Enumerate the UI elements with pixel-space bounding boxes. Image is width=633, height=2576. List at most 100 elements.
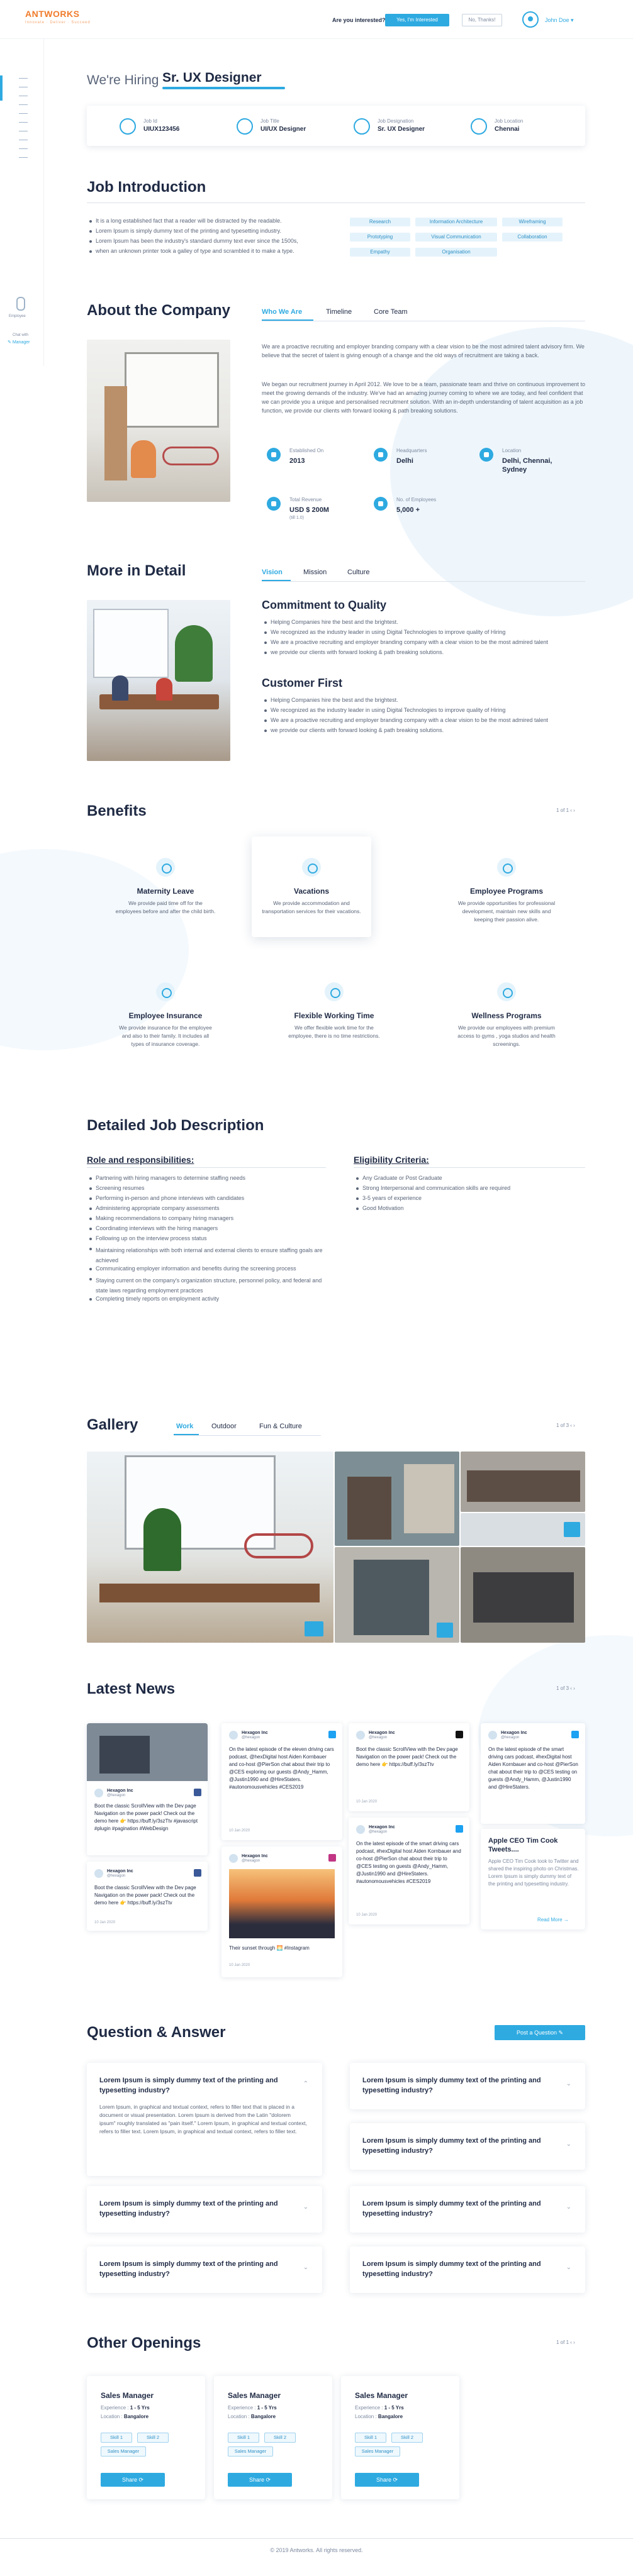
- skill-chip: Skill 1: [228, 2433, 259, 2443]
- qa-card[interactable]: Lorem Ipsum is simply dummy text of the …: [350, 2123, 585, 2170]
- gallery-pager[interactable]: 1 of 3 ‹ ›: [556, 1423, 575, 1428]
- qa-card[interactable]: Lorem Ipsum is simply dummy text of the …: [87, 2186, 322, 2233]
- qa-card[interactable]: Lorem Ipsum is simply dummy text of the …: [350, 2063, 585, 2109]
- sidebar-item[interactable]: [19, 148, 28, 149]
- news-card[interactable]: Hexagon Inc @hexagon On the latest episo…: [481, 1723, 585, 1824]
- expand-icon[interactable]: [437, 1623, 453, 1638]
- location-value: Bangalore: [378, 2414, 403, 2419]
- tab-fun-culture[interactable]: Fun & Culture: [259, 1423, 302, 1430]
- news-text: Boot the classic ScrollView with the Dev…: [94, 1803, 198, 1831]
- benefit-title: Maternity Leave: [137, 887, 194, 896]
- chevron-left-icon[interactable]: ‹: [570, 808, 572, 813]
- skill-chip: Collaboration: [502, 233, 563, 242]
- qa-card[interactable]: Lorem Ipsum is simply dummy text of the …: [350, 2246, 585, 2293]
- chevron-down-icon[interactable]: ⌄: [566, 2204, 571, 2211]
- gallery-photo[interactable]: [461, 1452, 585, 1512]
- pager-text: 1 of 1: [556, 808, 569, 813]
- tab-core-team[interactable]: Core Team: [374, 308, 408, 316]
- share-button[interactable]: Share ⟳: [355, 2473, 419, 2487]
- sidebar-item[interactable]: [19, 78, 28, 79]
- tab-outdoor[interactable]: Outdoor: [211, 1423, 237, 1430]
- sidebar-item[interactable]: [19, 122, 28, 123]
- qa-card[interactable]: Lorem Ipsum is simply dummy text of the …: [87, 2246, 322, 2293]
- sidebar-item[interactable]: [19, 157, 28, 158]
- read-more-link[interactable]: Read More →: [537, 1917, 569, 1923]
- eligibility-bullet: Any Graduate or Post Graduate: [356, 1175, 442, 1181]
- job-info-value: UIUX123456: [143, 126, 180, 133]
- tab-mission[interactable]: Mission: [303, 569, 327, 576]
- avatar[interactable]: [522, 11, 539, 28]
- benefits-pager[interactable]: 1 of 1 ‹ ›: [556, 808, 575, 813]
- photo-person: [112, 675, 128, 701]
- not-interested-button[interactable]: No, Thanks!: [462, 14, 502, 26]
- tab-work[interactable]: Work: [176, 1423, 193, 1430]
- benefit-card[interactable]: Flexible Working Time We offer flexible …: [274, 961, 394, 1062]
- news-card[interactable]: Apple CEO Tim Cook Tweets.... Apple CEO …: [481, 1829, 585, 1929]
- gallery-photo[interactable]: [335, 1547, 459, 1643]
- news-card[interactable]: Hexagon Inc @hexagon On the latest episo…: [221, 1723, 342, 1840]
- sidebar-item[interactable]: [19, 113, 28, 114]
- qa-card[interactable]: Lorem Ipsum is simply dummy text of the …: [350, 2186, 585, 2233]
- chat-manager-link[interactable]: ✎ Manager: [8, 340, 30, 345]
- opening-card[interactable]: Sales Manager Experience : 1 - 5 Yrs Loc…: [87, 2376, 205, 2499]
- chevron-left-icon[interactable]: ‹: [570, 2340, 572, 2345]
- chevron-down-icon[interactable]: ⌄: [566, 2264, 571, 2271]
- qa-question: Lorem Ipsum is simply dummy text of the …: [362, 2077, 541, 2094]
- benefit-card[interactable]: Maternity Leave We provide paid time off…: [106, 836, 225, 937]
- tab-vision[interactable]: Vision: [262, 569, 283, 576]
- expand-icon[interactable]: [564, 1522, 580, 1537]
- page: ANTWORKS Innovate · Deliver · Succeed Ar…: [0, 0, 633, 2576]
- news-card[interactable]: Hexagon Inc @hexagon Boot the classic Sc…: [349, 1723, 469, 1811]
- chevron-down-icon[interactable]: ⌄: [303, 2204, 308, 2211]
- intro-bullet: Lorem Ipsum is simply dummy text of the …: [89, 228, 281, 234]
- logo[interactable]: ANTWORKS: [25, 9, 79, 19]
- share-button[interactable]: Share ⟳: [101, 2473, 165, 2487]
- chevron-right-icon[interactable]: ›: [573, 1423, 575, 1428]
- benefit-card[interactable]: Wellness Programs We provide our employe…: [447, 961, 566, 1062]
- opening-card[interactable]: Sales Manager Experience : 1 - 5 Yrs Loc…: [214, 2376, 332, 2499]
- chevron-up-icon[interactable]: ⌃: [303, 2080, 308, 2087]
- chevron-right-icon[interactable]: ›: [573, 1685, 575, 1691]
- news-handle: @hexagon: [107, 1794, 126, 1797]
- news-card[interactable]: Hexagon Inc @hexagon Boot the classic Sc…: [87, 1723, 208, 1855]
- news-card[interactable]: Hexagon Inc @hexagon On the latest episo…: [349, 1818, 469, 1924]
- post-question-button[interactable]: Post a Question ✎: [495, 2025, 585, 2040]
- tab-culture[interactable]: Culture: [347, 569, 369, 576]
- chevron-left-icon[interactable]: ‹: [570, 1685, 572, 1691]
- gallery-main-photo[interactable]: [87, 1452, 333, 1643]
- expand-icon[interactable]: [305, 1621, 323, 1636]
- interested-button[interactable]: Yes, I'm Interested: [385, 14, 449, 26]
- sidebar-item[interactable]: [19, 104, 28, 105]
- gallery-photo[interactable]: [461, 1547, 585, 1643]
- news-card[interactable]: Hexagon Inc @hexagon Their sunset throug…: [221, 1846, 342, 1977]
- chevron-down-icon[interactable]: ⌄: [303, 2264, 308, 2271]
- detail-title: More in Detail: [87, 562, 186, 579]
- opening-card[interactable]: Sales Manager Experience : 1 - 5 Yrs Loc…: [341, 2376, 459, 2499]
- benefit-card[interactable]: Employee Programs We provide opportuniti…: [447, 836, 566, 937]
- news-pager[interactable]: 1 of 3 ‹ ›: [556, 1685, 575, 1691]
- qa-title: Question & Answer: [87, 2024, 226, 2041]
- tiktok-icon: [456, 1731, 463, 1738]
- chevron-right-icon[interactable]: ›: [573, 2340, 575, 2345]
- benefit-card[interactable]: Employee Insurance We provide insurance …: [106, 961, 225, 1062]
- chevron-down-icon[interactable]: ⌄: [566, 2080, 571, 2087]
- job-info-card: Job Id UIUX123456 Job Title UI/UX Design…: [87, 106, 585, 146]
- chevron-right-icon[interactable]: ›: [573, 808, 575, 813]
- benefit-card[interactable]: Vacations We provide accommodation and t…: [252, 836, 371, 937]
- photo-person: [131, 440, 156, 478]
- qa-card[interactable]: Lorem Ipsum is simply dummy text of the …: [87, 2063, 322, 2176]
- tab-timeline[interactable]: Timeline: [326, 308, 352, 316]
- news-card[interactable]: Hexagon Inc @hexagon Boot the classic Sc…: [87, 1862, 208, 1931]
- tab-who-we-are[interactable]: Who We Are: [262, 308, 302, 316]
- chevron-down-icon[interactable]: ⌄: [566, 2141, 571, 2148]
- user-name[interactable]: John Doe ▾: [545, 17, 574, 24]
- chevron-left-icon[interactable]: ‹: [570, 1423, 572, 1428]
- share-button[interactable]: Share ⟳: [228, 2473, 292, 2487]
- gallery-photo[interactable]: [461, 1513, 585, 1546]
- photo-person: [156, 678, 172, 701]
- detail-bullet: We are a proactive recruiting and employ…: [264, 639, 549, 645]
- experience-value: 1 - 5 Yrs: [384, 2405, 404, 2411]
- openings-pager[interactable]: 1 of 1 ‹ ›: [556, 2340, 575, 2345]
- pager-text: 1 of 1: [556, 2340, 569, 2345]
- gallery-photo[interactable]: [335, 1452, 459, 1546]
